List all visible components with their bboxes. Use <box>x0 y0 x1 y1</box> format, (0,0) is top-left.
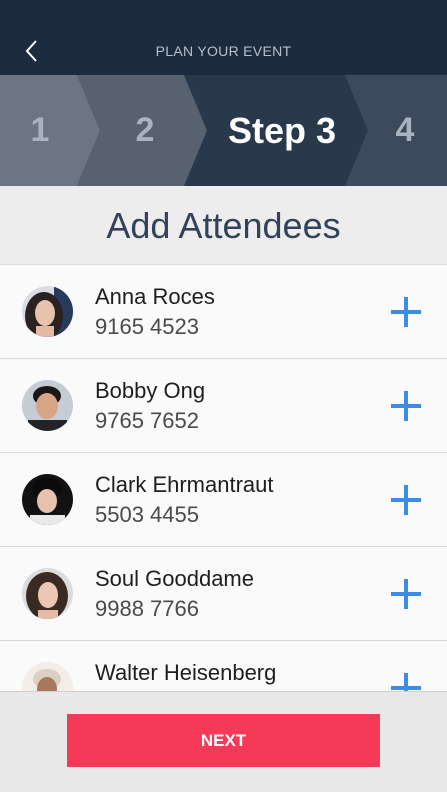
attendee-name: Anna Roces <box>95 284 215 309</box>
attendee-name: Clark Ehrmantraut <box>95 472 274 497</box>
section-title: Add Attendees <box>106 205 341 246</box>
attendee-name: Bobby Ong <box>95 378 206 403</box>
add-attendee-button[interactable] <box>389 389 423 423</box>
footer-bar: NEXT <box>0 691 447 792</box>
step-4[interactable]: 4 <box>375 75 435 186</box>
plus-icon <box>391 579 421 609</box>
plus-icon <box>391 391 421 421</box>
add-attendee-button[interactable] <box>389 577 423 611</box>
attendee-name: Walter Heisenberg <box>95 660 277 685</box>
step-1[interactable]: 1 <box>10 75 70 186</box>
avatar <box>22 286 73 337</box>
plus-icon <box>391 485 421 515</box>
attendee-row: Anna Roces 9165 4523 <box>0 265 447 359</box>
step-progress-bar: 1 2 Step 3 4 <box>0 75 447 186</box>
attendee-name: Soul Gooddame <box>95 566 254 591</box>
avatar <box>22 474 73 525</box>
attendee-phone: 9988 7766 <box>95 596 199 621</box>
add-attendee-button[interactable] <box>389 483 423 517</box>
attendee-phone: 5503 4455 <box>95 502 199 527</box>
attendee-row: Bobby Ong 9765 7652 <box>0 359 447 453</box>
step-3-current: Step 3 <box>227 110 337 151</box>
avatar <box>22 380 73 431</box>
step-2[interactable]: 2 <box>115 75 175 186</box>
attendee-phone: 9765 7652 <box>95 408 199 433</box>
plus-icon <box>391 673 421 691</box>
plus-icon <box>391 297 421 327</box>
next-button[interactable]: NEXT <box>67 714 380 767</box>
attendee-row: Soul Gooddame 9988 7766 <box>0 547 447 641</box>
attendee-row: Walter Heisenberg <box>0 641 447 691</box>
add-attendee-button[interactable] <box>389 671 423 691</box>
avatar <box>22 662 73 691</box>
avatar <box>22 568 73 619</box>
section-header: Add Attendees <box>0 186 447 265</box>
attendee-phone: 9165 4523 <box>95 314 199 339</box>
attendee-list[interactable]: Anna Roces 9165 4523 Bobby Ong 9765 7652 <box>0 265 447 691</box>
add-attendee-button[interactable] <box>389 295 423 329</box>
page-title: PLAN YOUR EVENT <box>155 43 292 59</box>
top-bar: PLAN YOUR EVENT <box>0 0 447 75</box>
attendee-row: Clark Ehrmantraut 5503 4455 <box>0 453 447 547</box>
